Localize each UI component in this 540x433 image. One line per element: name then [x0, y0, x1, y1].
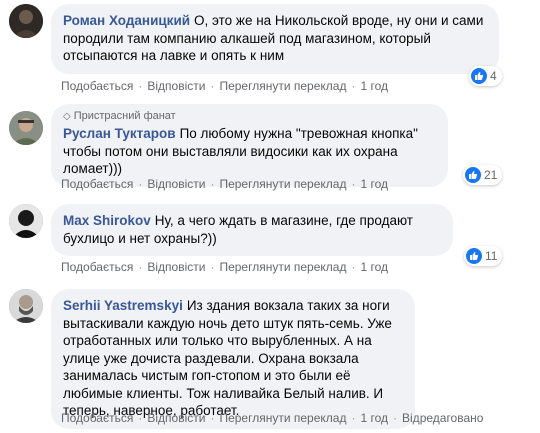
like-reaction-icon	[465, 167, 481, 183]
reaction-count[interactable]: 11	[464, 246, 503, 266]
reaction-count[interactable]: 4	[469, 66, 502, 86]
reply-button[interactable]: Відповісти	[147, 260, 205, 274]
comment-time[interactable]: 1 год	[360, 79, 388, 93]
separator: ·	[210, 260, 215, 274]
translate-button[interactable]: Переглянути переклад	[219, 177, 346, 191]
reply-button[interactable]: Відповісти	[147, 177, 205, 191]
reply-button[interactable]: Відповісти	[147, 411, 205, 425]
like-reaction-icon	[471, 68, 487, 84]
comment-bubble: Max Shirokov Ну, а чего ждать в магазине,…	[51, 204, 453, 256]
separator: ·	[351, 79, 356, 93]
comment-actions: Подобається · Відповісти · Переглянути перек…	[61, 79, 388, 93]
separator: ·	[351, 260, 356, 274]
comment-bubble: Роман Ходаницкий О, это же на Никольской …	[51, 4, 499, 74]
avatar[interactable]	[9, 289, 43, 323]
comment: ◇ Пристрасний фанат Руслан Туктаров По люб…	[0, 100, 540, 195]
avatar[interactable]	[9, 4, 43, 38]
reply-button[interactable]: Відповісти	[147, 79, 205, 93]
comment: Роман Ходаницкий О, это же на Никольской …	[0, 0, 540, 95]
like-button[interactable]: Подобається	[61, 177, 133, 191]
separator: ·	[138, 177, 143, 191]
comment-bubble: Serhii Yastremskyi Из здания вокзала таки…	[51, 289, 415, 429]
fan-badge-label: Пристрасний фанат	[73, 110, 176, 122]
separator: ·	[351, 411, 356, 425]
reaction-number: 4	[490, 69, 497, 83]
comment-actions: Подобається · Відповісти · Переглянути перек…	[61, 177, 388, 191]
separator: ·	[210, 411, 215, 425]
comment-text: Из здания вокзала таких за ноги вытаскив…	[63, 298, 392, 418]
comment-author[interactable]: Руслан Туктаров	[63, 126, 176, 141]
like-reaction-icon	[466, 248, 482, 264]
diamond-icon: ◇	[63, 111, 71, 122]
comment: Max Shirokov Ну, а чего ждать в магазине,…	[0, 200, 540, 280]
separator: ·	[393, 411, 398, 425]
avatar[interactable]	[9, 204, 43, 238]
avatar[interactable]	[9, 111, 43, 145]
comment-actions: Подобається · Відповісти · Переглянути перек…	[61, 411, 483, 425]
comment-bubble: ◇ Пристрасний фанат Руслан Туктаров По люб…	[51, 104, 448, 187]
separator: ·	[210, 177, 215, 191]
separator: ·	[210, 79, 215, 93]
like-button[interactable]: Подобається	[61, 79, 133, 93]
like-button[interactable]: Подобається	[61, 260, 133, 274]
reaction-number: 11	[485, 249, 498, 263]
separator: ·	[138, 79, 143, 93]
comment-author[interactable]: Serhii Yastremskyi	[63, 298, 183, 313]
comment-author[interactable]: Max Shirokov	[63, 213, 151, 228]
separator: ·	[351, 177, 356, 191]
fan-badge: ◇ Пристрасний фанат	[63, 110, 436, 123]
comment-actions: Подобається · Відповісти · Переглянути перек…	[61, 260, 388, 274]
translate-button[interactable]: Переглянути переклад	[219, 79, 346, 93]
comment-time[interactable]: 1 год	[360, 177, 388, 191]
reaction-count[interactable]: 21	[463, 165, 503, 185]
edited-label[interactable]: Відредаговано	[402, 411, 483, 425]
like-button[interactable]: Подобається	[61, 411, 133, 425]
reaction-number: 21	[484, 168, 498, 182]
translate-button[interactable]: Переглянути переклад	[219, 260, 346, 274]
translate-button[interactable]: Переглянути переклад	[219, 411, 346, 425]
separator: ·	[138, 260, 143, 274]
separator: ·	[138, 411, 143, 425]
comment-time[interactable]: 1 год	[360, 260, 388, 274]
comment-time[interactable]: 1 год	[360, 411, 388, 425]
comment-author[interactable]: Роман Ходаницкий	[63, 13, 190, 28]
comment: Serhii Yastremskyi Из здания вокзала таки…	[0, 285, 540, 433]
